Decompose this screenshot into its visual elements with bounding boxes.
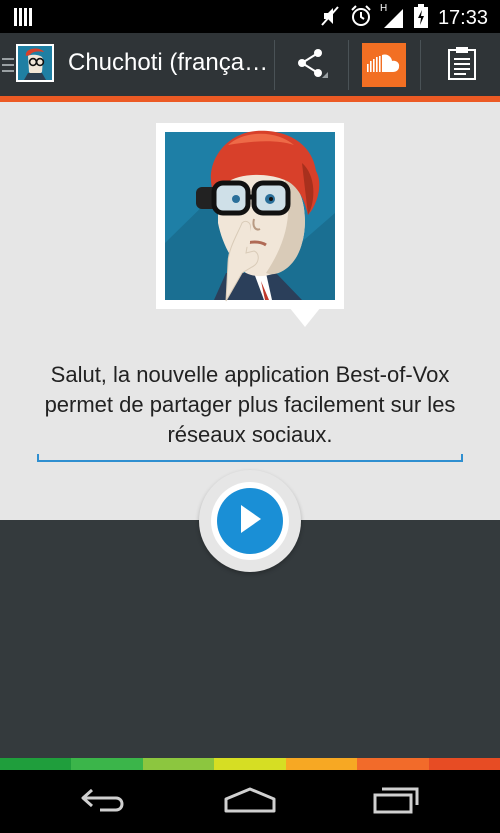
level-segment	[0, 758, 72, 770]
play-icon	[235, 502, 265, 540]
drawer-indicator-icon[interactable]	[2, 56, 14, 78]
avatar-pointer	[289, 307, 321, 327]
action-divider	[274, 40, 275, 90]
clipboard-icon	[448, 46, 476, 84]
network-type-label: H	[379, 3, 388, 14]
text-field-underline	[37, 460, 463, 462]
soundcloud-button[interactable]	[362, 43, 406, 87]
alarm-icon	[350, 5, 372, 31]
text-field-underline-right	[461, 454, 463, 462]
share-button[interactable]	[278, 40, 344, 90]
level-segment	[428, 758, 500, 770]
level-segment	[357, 758, 429, 770]
soundcloud-icon	[366, 52, 402, 78]
battery-charging-icon	[413, 4, 428, 32]
notification-bars-icon	[14, 8, 32, 30]
level-segment	[285, 758, 358, 770]
text-field-underline-left	[37, 454, 39, 462]
mute-icon	[320, 5, 340, 31]
recent-apps-icon	[372, 786, 420, 818]
level-segment	[142, 758, 215, 770]
share-icon	[294, 46, 328, 84]
back-button[interactable]	[74, 782, 134, 822]
clipboard-button[interactable]	[430, 40, 494, 90]
level-strip	[0, 758, 500, 770]
level-segment	[214, 758, 286, 770]
back-icon	[80, 787, 128, 817]
app-title[interactable]: Chuchoti (frança…	[68, 49, 268, 77]
status-icons: H 17:33	[320, 3, 488, 32]
whisper-character-illustration	[165, 130, 335, 302]
app-icon[interactable]	[16, 44, 54, 82]
status-time: 17:33	[437, 6, 488, 29]
level-segment	[71, 758, 143, 770]
home-button[interactable]	[220, 782, 280, 822]
home-icon	[223, 787, 277, 817]
signal-icon: H	[380, 3, 404, 29]
avatar-frame	[156, 123, 344, 309]
play-button[interactable]	[211, 482, 289, 560]
recent-apps-button[interactable]	[366, 782, 426, 822]
message-text: Salut, la nouvelle application Best-of-V…	[44, 362, 456, 447]
play-button-inner	[217, 488, 283, 554]
action-divider	[348, 40, 349, 90]
status-bar: H 17:33	[0, 0, 500, 33]
action-divider	[420, 40, 421, 90]
